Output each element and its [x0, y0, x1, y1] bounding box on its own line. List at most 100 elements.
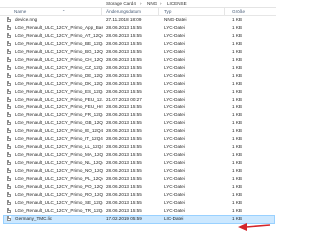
file-row[interactable]: LGe_Renault_ULC_12CY_Primo_NL_12Q4... 28.…: [4, 160, 274, 167]
file-row[interactable]: LGe_Renault_ULC_12CY_Primo_IE_12Q4... 28.…: [4, 128, 274, 135]
file-name: LGe_Renault_ULC_12CY_Primo_FEU_Hrm...: [15, 104, 103, 110]
file-row[interactable]: LGe_Renault_ULC_12CY_Primo_BG_12Q4... 28.…: [4, 48, 274, 56]
file-type: LYC-Datei: [164, 168, 185, 174]
file-size: 1 KB: [232, 48, 242, 54]
file-date: 28.06.2013 15:55: [106, 112, 142, 118]
breadcrumb-license[interactable]: LICENSE: [167, 1, 187, 6]
file-size: 1 KB: [232, 199, 242, 205]
file-size: 1 KB: [232, 32, 242, 38]
file-size: 1 KB: [232, 72, 242, 78]
file-date: 28.06.2013 15:55: [106, 176, 142, 181]
file-type: LYC-Datei: [164, 104, 185, 110]
file-date: 28.06.2013 15:55: [106, 191, 142, 197]
file-date: 28.06.2013 15:55: [106, 183, 142, 189]
file-row[interactable]: LGe_Renault_ULC_12CY_Primo_PO_12Q4... 28.…: [4, 183, 274, 191]
file-row[interactable]: LGe_Renault_ULC_12CY_Primo_AT_12Q4... 28.…: [4, 32, 274, 40]
file-icon: [7, 191, 11, 197]
file-type: LYC-Datei: [164, 96, 185, 102]
file-icon: [7, 64, 11, 70]
file-size: 1 KB: [232, 104, 242, 110]
file-name: LGe_Renault_ULC_12CY_Primo_RO_12Q4...: [15, 191, 103, 197]
column-header-date[interactable]: Änderungsdatum: [106, 9, 141, 14]
column-divider[interactable]: [224, 8, 225, 15]
file-row[interactable]: LGe_Renault_ULC_12CY_Primo_PL_12Q4... 28.…: [4, 176, 274, 183]
file-icon: [7, 168, 11, 174]
file-icon: [7, 128, 11, 134]
file-row[interactable]: LGe_Renault_ULC_12CY_Primo_SE_12Q4... 28.…: [4, 199, 274, 207]
file-row[interactable]: LGe_Renault_ULC_12CY_Primo_MA_12Q4... 28.…: [4, 152, 274, 159]
file-size: 1 KB: [232, 160, 242, 166]
file-type: LYC-Datei: [164, 144, 185, 150]
column-header-type[interactable]: Typ: [164, 9, 171, 14]
file-date: 28.06.2013 15:55: [106, 88, 142, 94]
file-row[interactable]: LGe_Renault_ULC_12CY_Primo_IT_12Q4... 28.…: [4, 136, 274, 143]
file-date: 28.06.2013 15:55: [106, 120, 142, 126]
file-icon: [7, 72, 11, 78]
sort-caret-icon: ⌃: [62, 9, 66, 14]
file-icon: [7, 160, 11, 166]
file-icon: [7, 80, 11, 86]
file-row[interactable]: LGe_Renault_ULC_12CY_Primo_CZ_12Q4... 28.…: [4, 64, 274, 72]
file-row[interactable]: LGe_Renault_ULC_12CY_Primo_RO_12Q4... 28.…: [4, 191, 274, 199]
file-name: LGe_Renault_ULC_12CY_Primo_TR_12Q4...: [15, 207, 103, 213]
file-row[interactable]: LGe_Renault_ULC_12CY_Primo_GB_12Q4... 28.…: [4, 120, 274, 127]
file-row[interactable]: LGe_Renault_ULC_12CY_Primo_FEU_Hrm... 28.…: [4, 104, 274, 111]
file-size: 1 KB: [232, 207, 242, 213]
file-row[interactable]: device.nng 27.11.2018 18:09 NNG-Datei 1 KB: [4, 17, 274, 24]
column-divider[interactable]: [158, 8, 159, 15]
file-type: LYC-Datei: [164, 24, 185, 30]
file-type: LYC-Datei: [164, 120, 185, 126]
file-name: LGe_Renault_ULC_12CY_Primo_NL_12Q4...: [15, 160, 103, 166]
file-name: LGe_Renault_ULC_12CY_Primo_NO_12Q4...: [15, 168, 103, 174]
file-type: NNG-Datei: [164, 17, 187, 22]
file-row[interactable]: LGe_Renault_ULC_12CY_Primo_LL_12Q4... 28.…: [4, 144, 274, 151]
file-row[interactable]: Germany_TMC.lic 17.02.2019 05:59 LIC-Datei…: [3, 214, 275, 224]
file-date: 28.06.2013 15:55: [106, 136, 142, 142]
breadcrumb-nng[interactable]: NNG: [147, 1, 157, 6]
file-name: LGe_Renault_ULC_12CY_Primo_BE_12Q4...: [15, 40, 103, 46]
column-divider[interactable]: [101, 8, 102, 15]
file-type: LYC-Datei: [164, 72, 185, 78]
file-row[interactable]: LGe_Renault_ULC_12CY_Primo_DK_12Q4... 28.…: [4, 80, 274, 88]
file-date: 28.06.2013 15:55: [106, 152, 142, 158]
column-header-name[interactable]: Name: [14, 9, 26, 14]
breadcrumb-storage-card[interactable]: Storage Card4: [106, 1, 136, 6]
column-header-size[interactable]: Größe: [232, 9, 245, 14]
file-row[interactable]: LGe_Renault_ULC_12CY_Primo_BE_12Q4... 28.…: [4, 40, 274, 48]
file-row[interactable]: LGe_Renault_ULC_12CY_Primo_App_Basa... 28…: [4, 24, 274, 32]
file-row[interactable]: LGe_Renault_ULC_12CY_Primo_TR_12Q4... 28.…: [4, 207, 274, 215]
file-date: 28.06.2013 15:55: [106, 40, 142, 46]
file-name: device.nng: [15, 17, 38, 22]
file-type: LYC-Datei: [164, 128, 185, 134]
file-row[interactable]: LGe_Renault_ULC_12CY_Primo_FR_12Q4... 28.…: [4, 112, 274, 119]
file-row[interactable]: LGe_Renault_ULC_12CY_Primo_DE_12Q4... 28.…: [4, 72, 274, 80]
file-icon: [7, 152, 11, 158]
file-type: LYC-Datei: [164, 199, 185, 205]
file-type: LIC-Datei: [164, 215, 184, 221]
column-header-row: Name ⌃ Änderungsdatum Typ Größe: [0, 8, 276, 16]
file-name: Germany_TMC.lic: [15, 215, 53, 221]
file-size: 1 KB: [232, 112, 242, 118]
file-date: 28.06.2013 15:55: [106, 160, 142, 166]
file-name: LGe_Renault_ULC_12CY_Primo_IE_12Q4...: [15, 128, 103, 134]
file-date: 28.06.2013 15:55: [106, 144, 142, 150]
file-name: LGe_Renault_ULC_12CY_Primo_App_Basa...: [15, 24, 103, 30]
file-row[interactable]: LGe_Renault_ULC_12CY_Primo_ES_12Q4... 28.…: [4, 88, 274, 96]
file-icon: [7, 48, 11, 54]
file-date: 28.06.2013 15:55: [106, 168, 142, 174]
file-row[interactable]: LGe_Renault_ULC_12CY_Primo_CH_12Q4... 28.…: [4, 56, 274, 64]
file-type: LYC-Datei: [164, 183, 185, 189]
file-date: 28.06.2013 15:55: [106, 207, 142, 213]
file-size: 1 KB: [232, 183, 242, 189]
file-size: 1 KB: [232, 64, 242, 70]
file-size: 1 KB: [232, 56, 242, 62]
file-row[interactable]: LGe_Renault_ULC_12CY_Primo_FEU_12... 21.0…: [4, 96, 274, 104]
file-date: 28.06.2013 15:55: [106, 24, 142, 30]
file-name: LGe_Renault_ULC_12CY_Primo_ES_12Q4...: [15, 88, 103, 94]
file-row[interactable]: LGe_Renault_ULC_12CY_Primo_NO_12Q4... 28.…: [4, 168, 274, 175]
file-type: LYC-Datei: [164, 64, 185, 70]
file-date: 28.06.2013 15:55: [106, 64, 142, 70]
file-icon: [7, 32, 11, 38]
file-name: LGe_Renault_ULC_12CY_Primo_FEU_12...: [15, 96, 103, 102]
file-size: 1 KB: [232, 40, 242, 46]
